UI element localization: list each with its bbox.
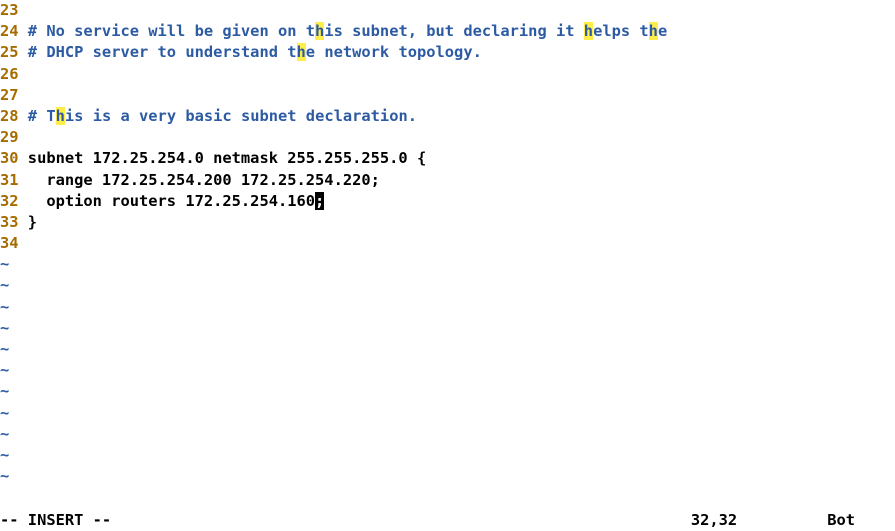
code-line[interactable]: 31 range 172.25.254.200 172.25.254.220; bbox=[0, 170, 895, 191]
line-number: 28 bbox=[0, 106, 19, 127]
line-number: 31 bbox=[0, 170, 19, 191]
line-number: 27 bbox=[0, 85, 19, 106]
vim-status-bar: -- INSERT -- 32,32 Bot bbox=[0, 510, 895, 531]
vim-mode: -- INSERT -- bbox=[0, 510, 111, 531]
empty-line-tilde: ~ bbox=[0, 275, 895, 296]
line-number: 29 bbox=[0, 127, 19, 148]
code-segment: # DHCP server to understand t bbox=[28, 43, 297, 61]
line-number: 26 bbox=[0, 64, 19, 85]
code-segment: # T bbox=[28, 107, 56, 125]
empty-line-tilde: ~ bbox=[0, 381, 895, 402]
code-line[interactable]: 34 bbox=[0, 233, 895, 254]
code-segment: h bbox=[649, 22, 658, 40]
editor-viewport[interactable]: 2324# No service will be given on this s… bbox=[0, 0, 895, 510]
empty-line-tilde: ~ bbox=[0, 297, 895, 318]
line-number: 24 bbox=[0, 21, 19, 42]
code-line[interactable]: 24# No service will be given on this sub… bbox=[0, 21, 895, 42]
empty-line-tilde: ~ bbox=[0, 254, 895, 275]
code-segment: ; bbox=[315, 192, 324, 210]
cursor-position: 32,32 bbox=[691, 510, 827, 531]
code-segment: elps t bbox=[593, 22, 649, 40]
empty-line-tilde: ~ bbox=[0, 424, 895, 445]
code-line[interactable]: 30 subnet 172.25.254.0 netmask 255.255.25… bbox=[0, 148, 895, 169]
code-line[interactable]: 27 bbox=[0, 85, 895, 106]
code-segment: h bbox=[584, 22, 593, 40]
code-line[interactable]: 25 # DHCP server to understand the networ… bbox=[0, 42, 895, 63]
empty-line-tilde: ~ bbox=[0, 360, 895, 381]
code-segment: e network topology. bbox=[306, 43, 482, 61]
code-line[interactable]: 33} bbox=[0, 212, 895, 233]
empty-line-tilde: ~ bbox=[0, 318, 895, 339]
code-segment: h bbox=[297, 43, 306, 61]
code-segment: range 172.25.254.200 172.25.254.220; bbox=[28, 171, 380, 189]
empty-line-tilde: ~ bbox=[0, 403, 895, 424]
code-line[interactable]: 28 # This is a very basic subnet declarat… bbox=[0, 106, 895, 127]
code-line[interactable]: 32 option routers 172.25.254.160; bbox=[0, 191, 895, 212]
code-segment: option routers 172.25.254.160 bbox=[28, 192, 315, 210]
line-number: 32 bbox=[0, 191, 19, 212]
code-line[interactable]: 29 bbox=[0, 127, 895, 148]
line-number: 34 bbox=[0, 233, 19, 254]
empty-line-tilde: ~ bbox=[0, 339, 895, 360]
code-segment: # No service will be given on t bbox=[28, 22, 315, 40]
code-segment: e bbox=[658, 22, 667, 40]
code-line[interactable]: 26 bbox=[0, 64, 895, 85]
code-segment: subnet 172.25.254.0 netmask 255.255.255.… bbox=[28, 149, 426, 167]
line-number: 30 bbox=[0, 148, 19, 169]
line-number: 23 bbox=[0, 0, 19, 21]
line-number: 25 bbox=[0, 42, 19, 63]
code-segment: } bbox=[28, 213, 37, 231]
code-segment: is is a very basic subnet declaration. bbox=[65, 107, 417, 125]
code-segment: is subnet, but declaring it bbox=[324, 22, 583, 40]
empty-line-tilde: ~ bbox=[0, 445, 895, 466]
code-segment: h bbox=[56, 107, 65, 125]
scroll-location: Bot bbox=[827, 510, 895, 531]
line-number: 33 bbox=[0, 212, 19, 233]
empty-line-tilde: ~ bbox=[0, 466, 895, 487]
code-segment: h bbox=[315, 22, 324, 40]
code-line[interactable]: 23 bbox=[0, 0, 895, 21]
